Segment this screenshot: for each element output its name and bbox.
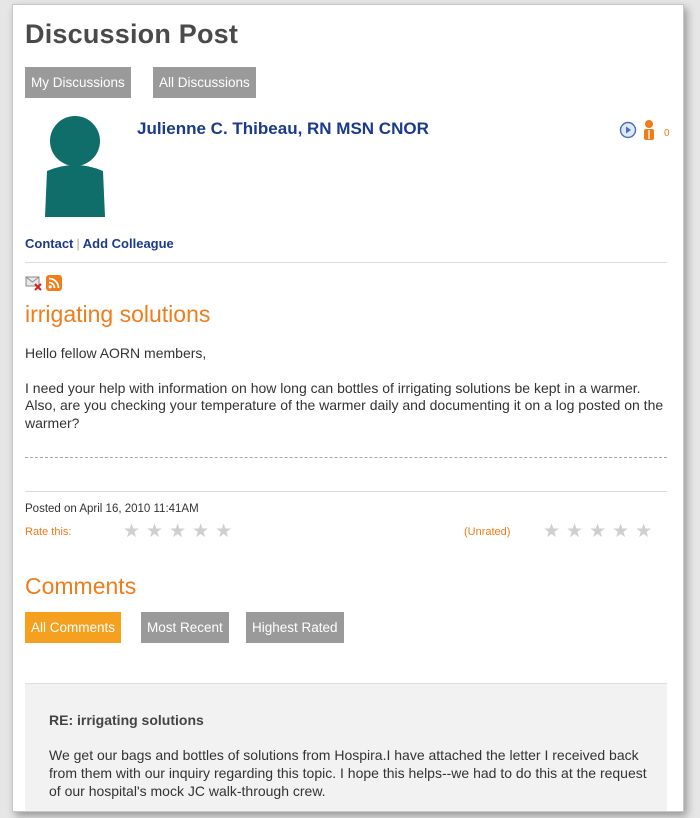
rate-label: Rate this: xyxy=(25,526,72,538)
comments-heading: Comments xyxy=(25,573,137,599)
comment-text: We get our bags and bottles of solutions… xyxy=(49,747,647,799)
add-colleague-link[interactable]: Add Colleague xyxy=(83,236,174,251)
tab-all-comments[interactable]: All Comments xyxy=(25,612,122,643)
rate-this-stars[interactable]: ★★★★★ xyxy=(123,522,238,542)
post-timestamp: Posted on April 16, 2010 11:41AM xyxy=(25,503,199,515)
author-status: 0 xyxy=(619,118,670,142)
tab-most-recent[interactable]: Most Recent xyxy=(141,612,229,643)
divider xyxy=(25,491,667,492)
comment-title: RE: irrigating solutions xyxy=(49,712,204,728)
link-separator: | xyxy=(76,236,80,251)
comment-item: RE: irrigating solutions We get our bags… xyxy=(25,683,667,811)
post-greeting: Hello fellow AORN members, xyxy=(25,345,207,361)
online-status-icon[interactable] xyxy=(619,121,637,139)
contact-link[interactable]: Contact xyxy=(25,236,73,251)
author-name-link[interactable]: Julienne C. Thibeau, RN MSN CNOR xyxy=(137,119,429,139)
rss-feed-icon[interactable] xyxy=(46,275,62,291)
post-title: irrigating solutions xyxy=(25,301,211,327)
rating-status: (Unrated) xyxy=(464,526,511,538)
avatar-icon xyxy=(45,116,105,217)
divider xyxy=(25,262,667,263)
tab-highest-rated[interactable]: Highest Rated xyxy=(246,612,344,643)
average-rating-stars: ★★★★★ xyxy=(543,521,659,542)
person-icon[interactable] xyxy=(641,119,657,141)
post-body-separator xyxy=(25,457,667,458)
status-count: 0 xyxy=(664,128,670,139)
post-body: Hello fellow AORN members, I need your h… xyxy=(25,345,665,449)
unsubscribe-email-icon[interactable] xyxy=(25,275,43,291)
tab-my-discussions[interactable]: My Discussions xyxy=(25,67,131,98)
discussion-post-panel: Discussion Post My Discussions All Discu… xyxy=(12,4,684,812)
page-title: Discussion Post xyxy=(25,19,239,49)
post-text: I need your help with information on how… xyxy=(25,379,664,431)
tab-all-discussions[interactable]: All Discussions xyxy=(153,67,256,98)
profile-links: Contact | Add Colleague xyxy=(25,236,174,251)
